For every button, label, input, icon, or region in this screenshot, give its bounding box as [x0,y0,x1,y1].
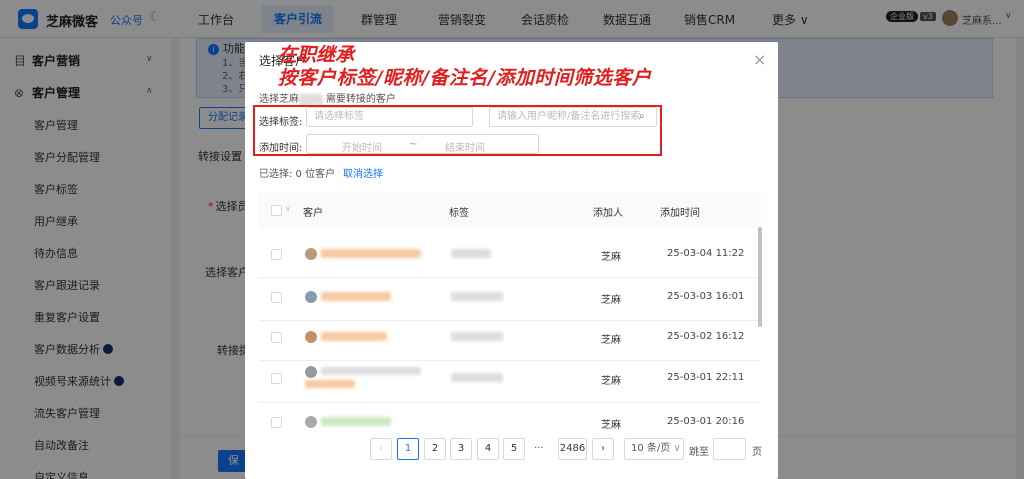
search-icon[interactable]: ⌕ [639,111,645,122]
prev-page-button[interactable]: ‹ [370,438,392,460]
customer-name-blurred [321,367,421,375]
date-range-input[interactable] [306,134,539,154]
add-time: 25-03-01 22:11 [667,372,745,383]
add-time: 25-03-01 20:16 [667,416,745,427]
tag-blurred [451,332,503,341]
row-divider [259,402,761,403]
customer-name-blurred [321,332,387,341]
jump-page-input[interactable] [713,438,746,460]
jump-label: 跳至 [689,447,709,458]
page-3-button[interactable]: 3 [450,438,472,460]
column-customer: 客户 [303,208,323,219]
next-page-button[interactable]: › [592,438,614,460]
customer-avatar [305,416,317,428]
tag-filter-label: 选择标签: [259,117,303,128]
customer-name-blurred [321,417,391,426]
table-scrollbar[interactable] [758,227,762,327]
close-icon[interactable]: × [753,50,766,69]
customer-avatar [305,331,317,343]
selected-count: 已选择: 0 位客户 [259,169,336,180]
customer-avatar [305,248,317,260]
time-filter-label: 添加时间: [259,143,303,154]
column-add-time: 添加时间 [660,208,700,219]
tag-blurred [451,373,503,382]
page-ellipsis[interactable]: ··· [534,443,544,454]
page-unit-label: 页 [752,447,762,458]
add-time: 25-03-02 16:12 [667,331,745,342]
add-time: 25-03-03 16:01 [667,291,745,302]
page-1-button[interactable]: 1 [397,438,419,460]
row-checkbox[interactable] [271,332,282,343]
customer-avatar [305,366,317,378]
row-checkbox[interactable] [271,249,282,260]
select-all-checkbox[interactable] [271,205,282,216]
row-checkbox[interactable] [271,373,282,384]
adder-name: 芝麻 [601,295,621,306]
adder-name: 芝麻 [601,376,621,387]
cancel-selection-link[interactable]: 取消选择 [343,165,383,180]
blurred-name: xxxx [299,94,323,105]
column-tags: 标签 [449,208,469,219]
modal-subtitle: 选择芝麻xxxx 需要转接的客户 [259,94,396,105]
select-customer-modal: 选择客户 × 选择芝麻xxxx 需要转接的客户 选择标签: 请选择标签 请输入用… [245,42,778,479]
row-checkbox[interactable] [271,292,282,303]
row-divider [259,277,761,278]
start-time-input[interactable]: 开始时间 [342,139,382,154]
page-5-button[interactable]: 5 [503,438,525,460]
chevron-down-icon[interactable]: ∨ [285,204,291,213]
date-separator: ~ [409,139,418,150]
row-checkbox[interactable] [271,417,282,428]
customer-name-blurred [321,292,391,301]
tag-blurred [451,292,503,301]
tag-select[interactable]: 请选择标签 [306,107,473,127]
row-divider [259,320,761,321]
end-time-input[interactable]: 结束时间 [445,139,485,154]
search-input[interactable]: 请输入用户昵称/备注名进行搜索 [489,107,657,127]
adder-name: 芝麻 [601,420,621,431]
row-divider [259,360,761,361]
add-time: 25-03-04 11:22 [667,248,745,259]
annotation-description: 按客户标签/昵称/备注名/添加时间筛选客户 [278,67,652,89]
tag-blurred [451,249,491,258]
customer-remark-blurred [305,380,355,388]
last-page-button[interactable]: 2486 [558,438,587,460]
page-4-button[interactable]: 4 [477,438,499,460]
adder-name: 芝麻 [601,335,621,346]
page-size-select[interactable]: 10 条/页 ∨ [624,438,684,460]
chevron-down-icon: ∨ [673,443,681,454]
customer-avatar [305,291,317,303]
column-adder: 添加人 [593,208,623,219]
page-2-button[interactable]: 2 [424,438,446,460]
adder-name: 芝麻 [601,252,621,263]
customer-name-blurred [321,249,421,258]
